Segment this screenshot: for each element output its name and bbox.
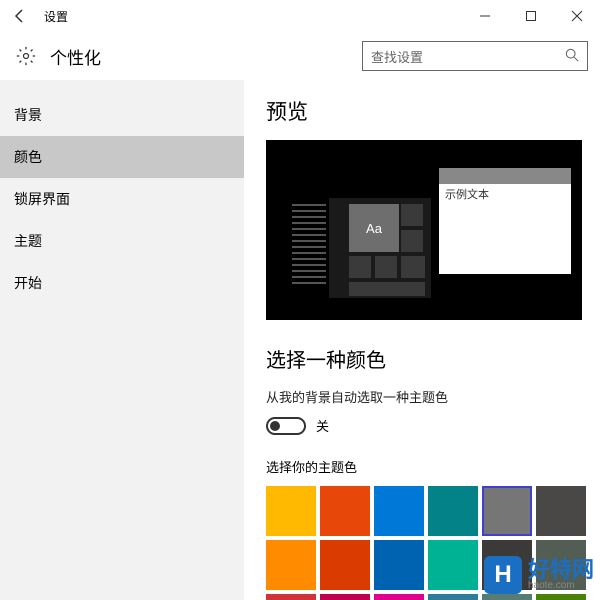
- header-row: 个性化 查找设置: [0, 32, 600, 80]
- content-area: 预览 示例文本 Aa 选择一种颜色 从我的背景自动选取一种主题色 关: [244, 80, 600, 600]
- watermark-badge: H: [484, 556, 522, 594]
- color-swatch[interactable]: [482, 486, 532, 536]
- window-title: 设置: [40, 8, 68, 25]
- sidebar: 背景 颜色 锁屏界面 主题 开始: [0, 80, 244, 600]
- gear-icon: [14, 46, 38, 66]
- sidebar-item-lockscreen[interactable]: 锁屏界面: [0, 178, 244, 220]
- color-swatch[interactable]: [482, 594, 532, 600]
- color-swatch[interactable]: [428, 486, 478, 536]
- color-swatch[interactable]: [374, 486, 424, 536]
- color-swatch[interactable]: [374, 594, 424, 600]
- toggle-state: 关: [316, 416, 329, 435]
- titlebar: 设置: [0, 0, 600, 32]
- preview-light-window: 示例文本: [439, 168, 571, 274]
- accent-label: 选择你的主题色: [266, 457, 580, 476]
- color-swatch[interactable]: [536, 594, 586, 600]
- close-button[interactable]: [554, 0, 600, 32]
- preview-dark-window: Aa: [329, 198, 431, 298]
- search-input[interactable]: 查找设置: [362, 41, 588, 71]
- sidebar-item-themes[interactable]: 主题: [0, 220, 244, 262]
- search-placeholder: 查找设置: [371, 47, 565, 66]
- color-swatch[interactable]: [320, 486, 370, 536]
- search-icon: [565, 48, 579, 65]
- color-swatch[interactable]: [374, 540, 424, 590]
- preview-heading: 预览: [266, 96, 580, 126]
- color-swatch[interactable]: [536, 486, 586, 536]
- watermark-text: 好特网 haote.com: [528, 559, 594, 591]
- page-title: 个性化: [50, 44, 101, 69]
- auto-color-label: 从我的背景自动选取一种主题色: [266, 387, 580, 406]
- color-swatch[interactable]: [320, 594, 370, 600]
- watermark: H 好特网 haote.com: [484, 556, 594, 594]
- color-swatch[interactable]: [266, 486, 316, 536]
- maximize-button[interactable]: [508, 0, 554, 32]
- preview-ruler: [292, 204, 326, 288]
- color-swatch[interactable]: [266, 594, 316, 600]
- sample-text: 示例文本: [445, 186, 489, 202]
- preview-tile-large: Aa: [349, 204, 399, 252]
- sidebar-item-background[interactable]: 背景: [0, 94, 244, 136]
- sidebar-item-start[interactable]: 开始: [0, 262, 244, 304]
- preview-panel: 示例文本 Aa: [266, 140, 582, 320]
- minimize-button[interactable]: [462, 0, 508, 32]
- choose-color-heading: 选择一种颜色: [266, 344, 580, 373]
- color-swatch[interactable]: [266, 540, 316, 590]
- color-swatch[interactable]: [320, 540, 370, 590]
- color-swatch[interactable]: [428, 594, 478, 600]
- color-swatch[interactable]: [428, 540, 478, 590]
- auto-color-toggle[interactable]: [266, 417, 306, 435]
- back-button[interactable]: [0, 0, 40, 32]
- sidebar-item-colors[interactable]: 颜色: [0, 136, 244, 178]
